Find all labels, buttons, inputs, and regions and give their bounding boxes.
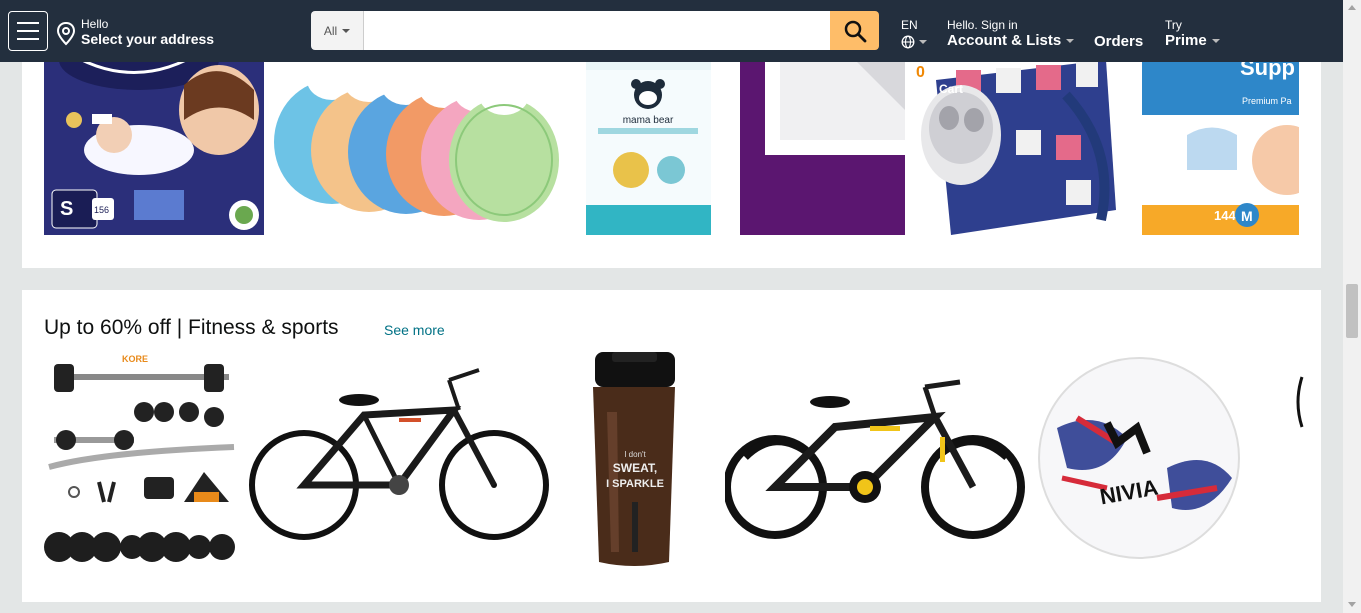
chevron-down-icon [342, 28, 351, 33]
svg-text:Premium Pa: Premium Pa [1242, 96, 1292, 106]
see-more-link[interactable]: See more [384, 322, 445, 338]
delivery-location-button[interactable]: Hello Select your address [56, 17, 214, 47]
product-kids-bicycle[interactable] [725, 362, 1025, 557]
hamburger-icon [17, 22, 39, 24]
language-selector[interactable]: EN [901, 18, 927, 49]
svg-text:I don't: I don't [624, 450, 646, 459]
location-pin-icon [56, 22, 76, 46]
prime-try-label: Try [1165, 18, 1182, 32]
football-image: NIVIA [1038, 357, 1240, 559]
partial-product-image [1296, 376, 1304, 428]
chevron-down-icon [919, 40, 927, 44]
account-lists-label: Account & Lists [947, 32, 1062, 49]
product-laundry-detergent[interactable]: mama bear [586, 40, 711, 235]
chevron-down-icon [1211, 38, 1220, 43]
search-button[interactable] [830, 11, 879, 50]
fitness-sports-card: Up to 60% off | Fitness & sports See mor… [22, 290, 1321, 602]
product-baby-bibs[interactable] [274, 40, 559, 235]
search-input[interactable] [364, 11, 830, 50]
product-bed-sheet[interactable] [740, 40, 905, 235]
svg-text:S: S [60, 198, 73, 220]
orders-label: Orders [1094, 33, 1144, 50]
search-category-label: All [323, 23, 338, 38]
search-bar: All [311, 11, 879, 50]
bicycle-image [249, 368, 549, 540]
cart-label: Cart [939, 82, 964, 96]
account-greeting: Hello. Sign in [947, 18, 1018, 32]
svg-text:I SPARKLE: I SPARKLE [606, 478, 664, 490]
svg-text:KORE: KORE [122, 354, 148, 364]
baby-products-card: S 156 mama bear Supp Premium Pa 144 M [22, 40, 1321, 268]
cart-button[interactable]: 0 Cart [895, 62, 963, 98]
product-partial[interactable] [1294, 372, 1304, 432]
account-menu[interactable]: Hello. Sign in Account & Lists [947, 18, 1075, 49]
svg-text:156: 156 [94, 205, 109, 215]
shaker-bottle-image: I don't SWEAT, I SPARKLE [593, 352, 675, 566]
product-shaker-bottle[interactable]: I don't SWEAT, I SPARKLE [587, 352, 682, 572]
diapers-2-image: Supp Premium Pa 144 M [1142, 40, 1299, 235]
svg-text:mama bear: mama bear [623, 115, 674, 126]
page-scrollbar[interactable] [1343, 0, 1361, 613]
product-bicycle[interactable] [249, 360, 549, 560]
baby-bibs-image [274, 60, 559, 222]
cart-count: 0 [916, 64, 925, 81]
orders-link[interactable]: Orders [1094, 33, 1143, 50]
product-diapers-2[interactable]: Supp Premium Pa 144 M [1142, 40, 1299, 235]
globe-icon [901, 35, 915, 49]
diapers-image: S 156 [44, 40, 264, 235]
prime-label: Prime [1165, 32, 1207, 49]
search-category-dropdown[interactable]: All [311, 11, 364, 50]
top-navigation-bar: Hello Select your address All EN Hello. … [0, 0, 1343, 62]
scrollbar-thumb[interactable] [1346, 284, 1358, 338]
card-title: Up to 60% off | Fitness & sports [44, 316, 339, 339]
location-greeting: Hello [81, 17, 109, 31]
kids-bicycle-image [725, 379, 1025, 539]
prime-menu[interactable]: Try Prime [1165, 18, 1220, 48]
language-code: EN [901, 18, 918, 32]
product-diapers[interactable]: S 156 [44, 40, 264, 235]
hamburger-menu-button[interactable] [8, 11, 48, 51]
product-home-gym-kit[interactable]: KORE [44, 352, 239, 572]
home-gym-image: KORE [44, 354, 235, 562]
search-icon [844, 20, 866, 42]
product-football[interactable]: NIVIA [1037, 348, 1242, 573]
scroll-down-icon[interactable] [1348, 602, 1356, 607]
svg-text:M: M [1241, 208, 1253, 224]
svg-text:SWEAT,: SWEAT, [613, 461, 657, 475]
svg-text:144: 144 [1214, 208, 1236, 223]
scroll-up-icon[interactable] [1348, 5, 1356, 10]
detergent-image: mama bear [586, 40, 711, 235]
location-label: Select your address [81, 31, 215, 47]
bed-sheet-image [740, 40, 905, 235]
chevron-down-icon [1066, 38, 1075, 43]
